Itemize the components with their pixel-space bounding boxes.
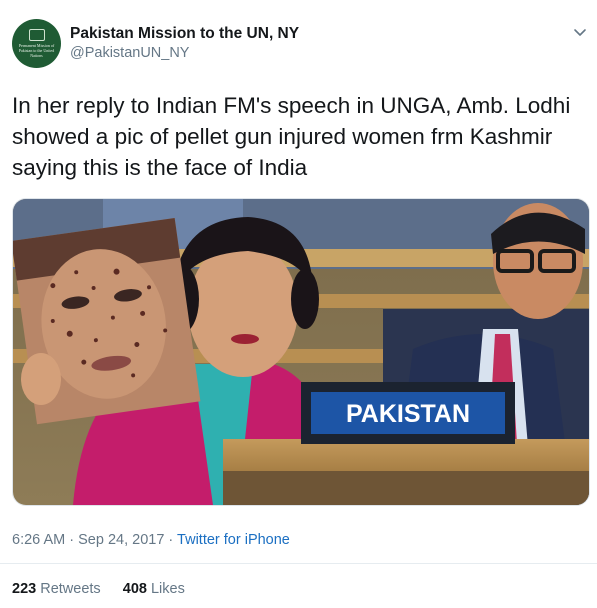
likes-label: Likes [150, 581, 185, 597]
meta-separator: · [69, 532, 75, 548]
chevron-down-icon[interactable] [573, 25, 587, 39]
tweet-stats: 223 Retweets 408 Likes [12, 581, 185, 597]
photo-illustration: PAKISTAN [13, 199, 589, 505]
tweet-text-line: saying this is the face of India [12, 155, 308, 180]
retweets-stat[interactable]: 223 Retweets [12, 581, 105, 597]
tweet-text-line: showed a pic of pellet gun injured women… [12, 124, 553, 149]
account-name[interactable]: Pakistan Mission to the UN, NY [70, 25, 299, 43]
tweet-date[interactable]: Sep 24, 2017 [78, 532, 164, 548]
nameplate-text: PAKISTAN [346, 400, 470, 428]
account-handle[interactable]: @PakistanUN_NY [70, 45, 189, 61]
avatar-text: Permanent Mission of Pakistan to the Uni… [18, 43, 55, 58]
tweet-text-line: In her reply to Indian FM's speech in UN… [12, 93, 571, 118]
tweet-text: In her reply to Indian FM's speech in UN… [12, 90, 587, 183]
meta-separator: · [168, 532, 174, 548]
likes-count: 408 [122, 581, 147, 597]
retweets-count: 223 [12, 581, 37, 597]
tweet-source-link[interactable]: Twitter for iPhone [177, 532, 290, 548]
tweet-time[interactable]: 6:26 AM [12, 532, 65, 548]
likes-stat[interactable]: 408 Likes [123, 581, 185, 597]
retweets-label: Retweets [40, 581, 101, 597]
tweet-meta: 6:26 AM · Sep 24, 2017 · Twitter for iPh… [12, 532, 290, 548]
avatar[interactable]: Permanent Mission of Pakistan to the Uni… [12, 19, 61, 68]
divider [0, 563, 597, 564]
mission-emblem-icon [28, 29, 45, 41]
tweet-photo[interactable]: PAKISTAN [12, 198, 590, 506]
